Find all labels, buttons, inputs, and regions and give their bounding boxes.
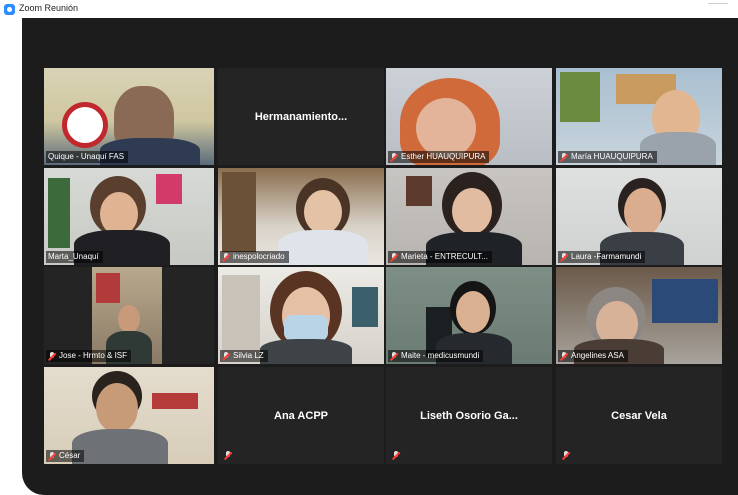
- muted-mic-icon: [224, 451, 232, 460]
- participant-tile-ana[interactable]: Ana ACPP: [218, 367, 384, 464]
- participant-tile-cesar[interactable]: César: [44, 367, 214, 464]
- muted-mic-icon: [390, 252, 398, 262]
- participant-name-label: Quique - Unaquí FAS: [46, 151, 129, 163]
- participant-tile-hermanamiento[interactable]: Hermanamiento...: [218, 68, 384, 165]
- gallery-view: Quique - Unaquí FAS Hermanamiento... Est…: [22, 18, 738, 495]
- participant-name-label: Angelines ASA: [558, 350, 628, 362]
- participant-tile-maria[interactable]: María HUAUQUIPURA: [556, 68, 722, 165]
- participant-tile-quique[interactable]: Quique - Unaquí FAS: [44, 68, 214, 165]
- participant-tile-silvia[interactable]: Silvia LZ: [218, 267, 384, 364]
- muted-mic-icon: [48, 351, 56, 361]
- participant-tile-marta[interactable]: Marta_Unaquí: [44, 168, 214, 265]
- participant-tile-angelines[interactable]: Angelines ASA: [556, 267, 722, 364]
- window-title: Zoom Reunión: [19, 3, 79, 13]
- participant-tile-jose[interactable]: Jose - Hrmto & ISF: [44, 267, 214, 364]
- zoom-app-icon: [4, 4, 15, 15]
- participant-tile-laura[interactable]: Laura -Farmamundi: [556, 168, 722, 265]
- muted-mic-icon: [560, 252, 568, 262]
- muted-mic-icon: [222, 351, 230, 361]
- participant-name: Cesar Vela: [611, 409, 667, 422]
- participant-name-label: María HUAUQUIPURA: [558, 151, 657, 163]
- participant-name: Ana ACPP: [274, 409, 328, 422]
- muted-mic-icon: [560, 351, 568, 361]
- participant-name: Liseth Osorio Ga...: [420, 409, 518, 422]
- participant-name-label: Maite - medicusmundi: [388, 350, 484, 362]
- participant-name-label: Esther HUAUQUIPURA: [388, 151, 490, 163]
- participant-name-label: César: [46, 450, 85, 462]
- muted-mic-icon: [390, 351, 398, 361]
- muted-mic-icon: [562, 451, 570, 460]
- participant-tile-maite[interactable]: Maite - medicusmundi: [386, 267, 552, 364]
- participant-name: Hermanamiento...: [254, 110, 348, 123]
- participant-tile-marieta[interactable]: Marieta - ENTRECULT...: [386, 168, 552, 265]
- muted-mic-icon: [48, 451, 56, 461]
- participant-tile-cesar-vela[interactable]: Cesar Vela: [556, 367, 722, 464]
- title-bar: Zoom Reunión: [0, 0, 738, 18]
- participant-name-label: Silvia LZ: [220, 350, 268, 362]
- participant-name-label: Jose - Hrmto & ISF: [46, 350, 132, 362]
- participant-name-label: Laura -Farmamundi: [558, 251, 646, 263]
- muted-mic-icon: [222, 252, 230, 262]
- participant-tile-liseth[interactable]: Liseth Osorio Ga...: [386, 367, 552, 464]
- participant-name-label: inespolocriado: [220, 251, 289, 263]
- participant-name-label: Marta_Unaquí: [46, 251, 103, 263]
- participant-name-label: Marieta - ENTRECULT...: [388, 251, 492, 263]
- participant-tile-esther[interactable]: Esther HUAUQUIPURA: [386, 68, 552, 165]
- muted-mic-icon: [392, 451, 400, 460]
- window-controls[interactable]: [708, 3, 728, 10]
- participant-tile-inespolocriado[interactable]: inespolocriado: [218, 168, 384, 265]
- muted-mic-icon: [560, 152, 568, 162]
- muted-mic-icon: [390, 152, 398, 162]
